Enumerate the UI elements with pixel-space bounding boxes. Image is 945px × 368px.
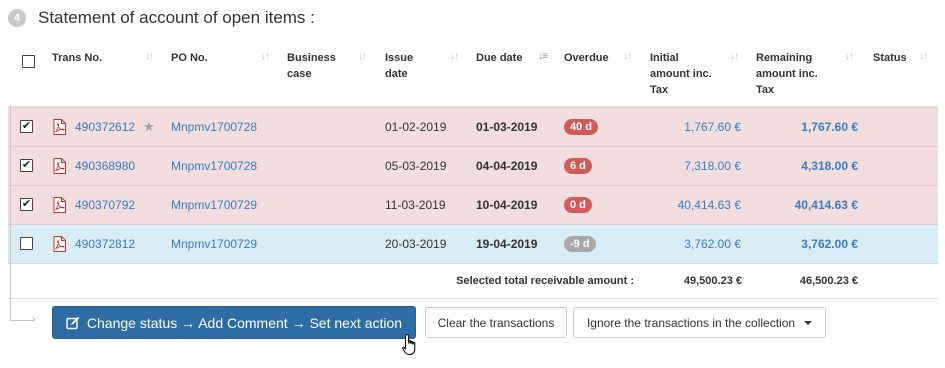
sort-icon[interactable]: ↓↑ <box>919 51 928 62</box>
total-remaining-amount: 46,500.23 € <box>799 275 858 287</box>
caret-down-icon <box>804 320 813 325</box>
transaction-link[interactable]: 490372612 <box>75 120 135 134</box>
remaining-amount: 1,767.60 € <box>801 120 858 134</box>
total-row: Selected total receivable amount : 49,50… <box>8 264 938 299</box>
transaction-link[interactable]: 490368980 <box>75 159 135 173</box>
star-icon[interactable]: ★ <box>143 119 155 134</box>
issue-date: 01-02-2019 <box>385 120 447 134</box>
column-header-business-case[interactable]: Business case <box>287 50 336 82</box>
sort-icon[interactable]: ↓↑ <box>623 51 632 62</box>
po-number-link[interactable]: Mnpmv1700729 <box>171 198 257 212</box>
due-date: 04-04-2019 <box>476 159 538 173</box>
arrow-right-icon: › <box>32 314 36 325</box>
remaining-amount: 4,318.00 € <box>801 159 858 173</box>
total-label: Selected total receivable amount : <box>456 275 634 287</box>
po-number-link[interactable]: Mnpmv1700728 <box>171 120 257 134</box>
pdf-icon[interactable] <box>53 197 66 213</box>
table-row[interactable]: ✔ 490370792 Mnpmv1700729 11-03-2019 10-04-20… <box>8 186 938 225</box>
column-header-po-no[interactable]: PO No. <box>171 50 208 66</box>
ignore-transactions-dropdown[interactable]: Ignore the transactions in the collectio… <box>573 307 826 338</box>
initial-amount: 7,318.00 € <box>684 159 741 173</box>
sort-ascending-icon[interactable]: ↓≡ <box>538 51 548 62</box>
overdue-badge: 0 d <box>564 197 592 213</box>
total-initial-amount: 49,500.23 € <box>683 275 742 287</box>
column-header-status[interactable]: Status <box>873 50 907 66</box>
sort-icon[interactable]: ↓↑ <box>730 51 739 62</box>
pdf-icon[interactable] <box>53 119 66 135</box>
transaction-link[interactable]: 490372812 <box>75 237 135 251</box>
initial-amount: 3,762.00 € <box>684 237 741 251</box>
sort-icon[interactable]: ↓↑ <box>450 51 459 62</box>
row-checkbox[interactable] <box>20 237 33 250</box>
sort-icon[interactable]: ↓↑ <box>845 51 854 62</box>
open-items-table: Trans No. ↓↑ PO No. ↓↑ Business case ↓↑ I… <box>8 42 938 299</box>
tree-connector <box>10 320 34 321</box>
table-row[interactable]: 490372812 Mnpmv1700729 20-03-2019 19-04-201… <box>8 225 938 264</box>
issue-date: 05-03-2019 <box>385 159 447 173</box>
column-header-trans-no[interactable]: Trans No. <box>52 50 102 66</box>
row-checkbox[interactable]: ✔ <box>20 159 33 172</box>
due-date: 10-04-2019 <box>476 198 538 212</box>
table-header: Trans No. ↓↑ PO No. ↓↑ Business case ↓↑ I… <box>8 42 938 108</box>
sort-icon[interactable]: ↓↑ <box>261 51 270 62</box>
column-header-due-date[interactable]: Due date <box>476 50 522 66</box>
po-number-link[interactable]: Mnpmv1700728 <box>171 159 257 173</box>
hand-pointer-cursor-icon <box>402 333 416 356</box>
page-title: Statement of account of open items : <box>38 8 315 27</box>
section-heading: 4 Statement of account of open items : <box>8 7 315 29</box>
row-checkbox[interactable]: ✔ <box>20 198 33 211</box>
issue-date: 11-03-2019 <box>385 198 446 212</box>
column-header-initial-amount[interactable]: Initial amount inc. Tax <box>650 50 712 98</box>
overdue-badge: -9 d <box>564 236 596 252</box>
table-row[interactable]: ✔ 490368980 Mnpmv1700728 05-03-2019 04-04-20… <box>8 147 938 186</box>
table-row[interactable]: ✔ 490372612 ★ Mnpmv1700728 01-02-2019 01-03-2… <box>8 108 938 147</box>
sort-icon[interactable]: ↓↑ <box>358 51 367 62</box>
overdue-badge: 6 d <box>564 158 592 174</box>
row-checkbox[interactable]: ✔ <box>20 120 33 133</box>
issue-date: 20-03-2019 <box>385 237 447 251</box>
remaining-amount: 3,762.00 € <box>801 237 858 251</box>
due-date: 01-03-2019 <box>476 120 538 134</box>
overdue-badge: 40 d <box>564 119 599 135</box>
column-header-remaining-amount[interactable]: Remaining amount inc. Tax <box>756 50 818 98</box>
select-all-checkbox[interactable] <box>22 55 35 68</box>
initial-amount: 40,414.63 € <box>677 198 741 212</box>
tree-connector <box>10 105 11 320</box>
clear-transactions-button[interactable]: Clear the transactions <box>425 307 567 338</box>
column-header-issue-date[interactable]: Issue date <box>385 50 413 82</box>
initial-amount: 1,767.60 € <box>684 120 741 134</box>
pdf-icon[interactable] <box>53 158 66 174</box>
pdf-icon[interactable] <box>53 236 66 252</box>
change-status-button[interactable]: Change status → Add Comment → Set next a… <box>52 306 416 339</box>
column-header-overdue[interactable]: Overdue <box>564 50 609 66</box>
sort-icon[interactable]: ↓↑ <box>145 51 154 62</box>
transaction-link[interactable]: 490370792 <box>75 198 135 212</box>
remaining-amount: 40,414.63 € <box>794 198 858 212</box>
po-number-link[interactable]: Mnpmv1700729 <box>171 237 257 251</box>
edit-icon <box>66 316 80 329</box>
step-number-badge: 4 <box>8 9 26 27</box>
due-date: 19-04-2019 <box>476 237 538 251</box>
